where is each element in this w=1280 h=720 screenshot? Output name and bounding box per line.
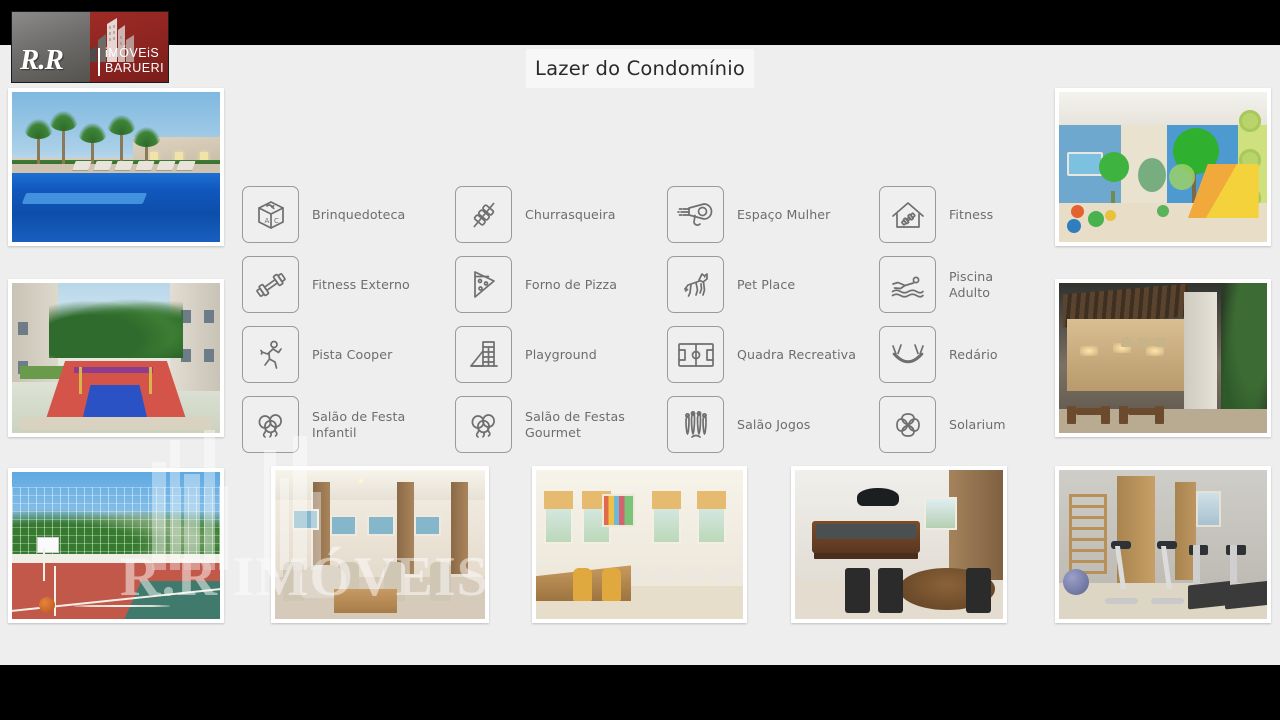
photo-court xyxy=(8,468,224,623)
amenity-label: Pista Cooper xyxy=(312,346,393,362)
amenity-label: Forno de Pizza xyxy=(525,276,618,292)
skewer-icon xyxy=(455,186,512,243)
amenity-label: Piscina Adulto xyxy=(949,269,994,300)
amenity-label: Brinquedoteca xyxy=(312,206,406,222)
amenity-label: Salão de Festa Infantil xyxy=(312,409,406,440)
amenity-item[interactable]: Solarium xyxy=(879,396,1006,453)
swimmer-icon xyxy=(879,256,936,313)
amenities-grid: A C Brinquedoteca Fitness Externo Pista … xyxy=(242,186,1006,456)
photo-lounge xyxy=(271,466,489,623)
amenity-item[interactable]: A C Brinquedoteca xyxy=(242,186,405,243)
logo-subtext: iMÓVEiS BARUERI xyxy=(105,46,164,76)
amenity-item[interactable]: Salão Jogos xyxy=(667,396,810,453)
photo-playground xyxy=(8,279,224,437)
amenity-label: Solarium xyxy=(949,416,1006,432)
photo-kids-room xyxy=(1055,88,1271,246)
photo-games xyxy=(791,466,1007,623)
slide-viewer: R.R IMÓVEIS A C Brinquedoteca Fitness Ex… xyxy=(0,0,1280,720)
dog-icon xyxy=(667,256,724,313)
amenity-label: Fitness Externo xyxy=(312,276,410,292)
amenity-label: Quadra Recreativa xyxy=(737,346,857,362)
amenity-item[interactable]: Quadra Recreativa xyxy=(667,326,856,383)
page-title-text: Lazer do Condomínio xyxy=(535,57,745,80)
pizza-slice-icon xyxy=(455,256,512,313)
brand-logo[interactable]: R.R iMÓVEiS BARUERI xyxy=(12,12,168,82)
balloons-icon xyxy=(242,396,299,453)
amenity-label: Churrasqueira xyxy=(525,206,616,222)
svg-text:A: A xyxy=(264,217,269,225)
logo-wordmark: R.R xyxy=(20,44,64,76)
photo-fitness xyxy=(1055,466,1271,623)
amenity-label: Salão Jogos xyxy=(737,416,811,432)
photo-bbq xyxy=(1055,279,1271,437)
photo-pool xyxy=(8,88,224,246)
amenity-item[interactable]: Playground xyxy=(455,326,597,383)
bowling-pins-icon xyxy=(667,396,724,453)
amenity-item[interactable]: Pet Place xyxy=(667,256,795,313)
slide-canvas: R.R IMÓVEIS A C Brinquedoteca Fitness Ex… xyxy=(0,45,1280,665)
playground-slide-icon xyxy=(455,326,512,383)
amenity-label: Redário xyxy=(949,346,998,362)
page-title: Lazer do Condomínio xyxy=(526,49,754,88)
hairdryer-icon xyxy=(667,186,724,243)
balloons-icon xyxy=(455,396,512,453)
svg-text:C: C xyxy=(274,217,279,225)
hammock-icon xyxy=(879,326,936,383)
dumbbell-icon xyxy=(242,256,299,313)
amenity-label: Pet Place xyxy=(737,276,796,292)
amenity-item[interactable]: Piscina Adulto xyxy=(879,256,993,313)
sun-pinwheel-icon xyxy=(879,396,936,453)
amenity-item[interactable]: Fitness xyxy=(879,186,993,243)
runner-icon xyxy=(242,326,299,383)
logo-divider xyxy=(98,48,100,76)
amenity-label: Fitness xyxy=(949,206,994,222)
home-dumbbell-icon xyxy=(879,186,936,243)
amenity-label: Espaço Mulher xyxy=(737,206,831,222)
amenity-item[interactable]: Forno de Pizza xyxy=(455,256,617,313)
logo-subtext-line2: BARUERI xyxy=(105,61,165,75)
amenity-item[interactable]: Espaço Mulher xyxy=(667,186,830,243)
logo-subtext-line1: iMÓVEiS xyxy=(105,46,160,60)
photo-gourmet xyxy=(532,466,747,623)
amenity-item[interactable]: Pista Cooper xyxy=(242,326,392,383)
sports-field-icon xyxy=(667,326,724,383)
amenity-item[interactable]: Salão de Festa Infantil xyxy=(242,396,405,453)
amenity-label: Playground xyxy=(525,346,597,362)
amenity-item[interactable]: Redário xyxy=(879,326,998,383)
amenity-item[interactable]: Fitness Externo xyxy=(242,256,410,313)
amenity-item[interactable]: Salão de Festas Gourmet xyxy=(455,396,625,453)
amenity-label: Salão de Festas Gourmet xyxy=(525,409,625,440)
toy-block-icon: A C xyxy=(242,186,299,243)
amenity-item[interactable]: Churrasqueira xyxy=(455,186,616,243)
